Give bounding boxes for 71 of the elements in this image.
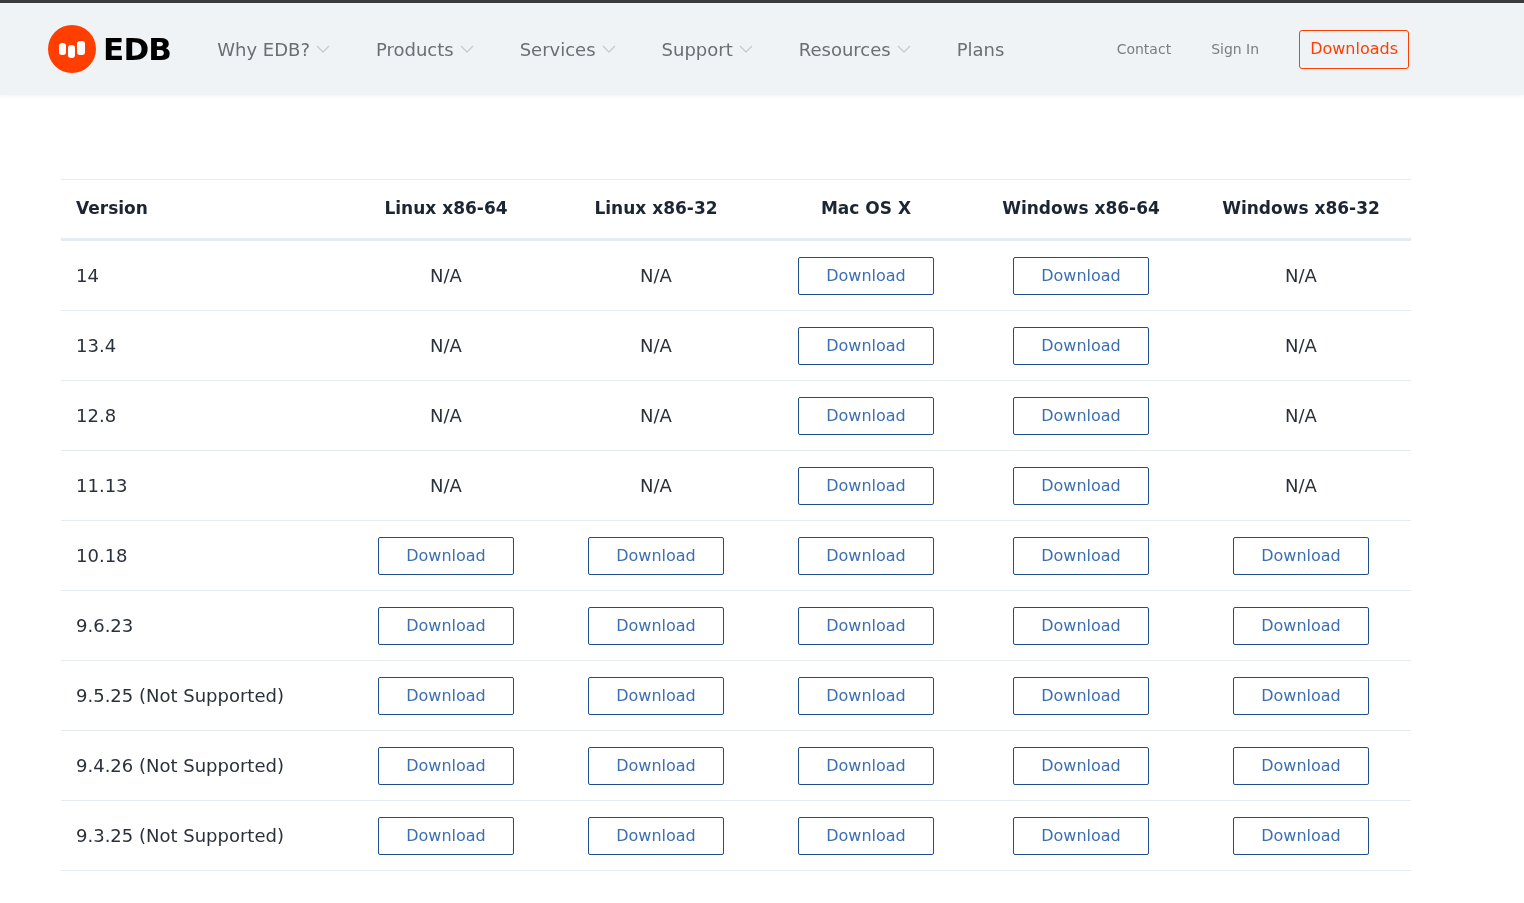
download-button[interactable]: Download: [588, 746, 724, 785]
brand-name[interactable]: EDB: [103, 25, 172, 73]
column-header: Linux x86-64: [384, 197, 508, 221]
not-available-text: N/A: [430, 334, 462, 358]
download-button[interactable]: Download: [1013, 816, 1149, 855]
nav-link[interactable]: Contact: [1116, 38, 1172, 60]
download-button[interactable]: Download: [588, 606, 724, 645]
download-button[interactable]: Download: [1233, 536, 1369, 575]
column-header: Version: [75, 197, 148, 221]
download-button[interactable]: Download: [1013, 466, 1149, 505]
not-available-text: N/A: [1285, 264, 1317, 288]
download-button[interactable]: Download: [798, 396, 934, 435]
download-button[interactable]: Download: [798, 676, 934, 715]
download-button[interactable]: Download: [1013, 536, 1149, 575]
download-button[interactable]: Download: [1013, 676, 1149, 715]
not-available-text: N/A: [430, 264, 462, 288]
download-button[interactable]: Download: [378, 606, 514, 645]
version-cell-text: 9.6.23: [75, 614, 134, 638]
download-button[interactable]: Download: [1013, 606, 1149, 645]
not-available-text: N/A: [430, 474, 462, 498]
download-button[interactable]: Download: [1233, 676, 1369, 715]
column-header: Windows x86-32: [1222, 197, 1380, 221]
nav-menu-item[interactable]: Services: [519, 35, 616, 63]
nav-menu-item[interactable]: Plans: [956, 35, 1005, 63]
download-button[interactable]: Download: [798, 536, 934, 575]
download-button[interactable]: Download: [798, 606, 934, 645]
downloads-button[interactable]: Downloads: [1299, 29, 1409, 69]
column-header: Mac OS X: [820, 197, 912, 221]
not-available-text: N/A: [640, 404, 672, 428]
download-button[interactable]: Download: [798, 256, 934, 295]
download-button[interactable]: Download: [378, 816, 514, 855]
download-button[interactable]: Download: [1013, 256, 1149, 295]
download-button[interactable]: Download: [378, 746, 514, 785]
version-cell-text: 14: [75, 264, 99, 288]
nav-menu-item[interactable]: Why EDB?: [217, 35, 330, 63]
download-button[interactable]: Download: [588, 536, 724, 575]
download-button[interactable]: Download: [378, 676, 514, 715]
not-available-text: N/A: [1285, 474, 1317, 498]
not-available-text: N/A: [640, 334, 672, 358]
download-button[interactable]: Download: [1013, 396, 1149, 435]
version-cell-text: 13.4: [75, 334, 117, 358]
version-cell-text: 9.4.26 (Not Supported): [75, 754, 284, 778]
download-button[interactable]: Download: [798, 466, 934, 505]
version-cell-text: 12.8: [75, 404, 117, 428]
download-button[interactable]: Download: [798, 816, 934, 855]
not-available-text: N/A: [1285, 334, 1317, 358]
download-button[interactable]: Download: [588, 816, 724, 855]
version-cell-text: 9.5.25 (Not Supported): [75, 684, 284, 708]
column-header: Windows x86-64: [1002, 197, 1160, 221]
nav-menu-item[interactable]: Products: [375, 35, 474, 63]
column-header: Linux x86-32: [594, 197, 718, 221]
download-button[interactable]: Download: [378, 536, 514, 575]
not-available-text: N/A: [1285, 404, 1317, 428]
nav-menu-item[interactable]: Support: [661, 35, 753, 63]
download-button[interactable]: Download: [1233, 746, 1369, 785]
version-cell-text: 11.13: [75, 474, 128, 498]
download-button[interactable]: Download: [798, 326, 934, 365]
not-available-text: N/A: [430, 404, 462, 428]
download-button[interactable]: Download: [1233, 606, 1369, 645]
nav-link[interactable]: Sign In: [1211, 38, 1260, 60]
download-button[interactable]: Download: [1233, 816, 1369, 855]
download-button[interactable]: Download: [588, 676, 724, 715]
download-button[interactable]: Download: [1013, 326, 1149, 365]
not-available-text: N/A: [640, 264, 672, 288]
version-cell-text: 9.3.25 (Not Supported): [75, 824, 284, 848]
download-button[interactable]: Download: [798, 746, 934, 785]
not-available-text: N/A: [640, 474, 672, 498]
version-cell-text: 10.18: [75, 544, 128, 568]
download-button[interactable]: Download: [1013, 746, 1149, 785]
nav-menu-item[interactable]: Resources: [798, 35, 911, 63]
logo-icon: [48, 25, 96, 73]
